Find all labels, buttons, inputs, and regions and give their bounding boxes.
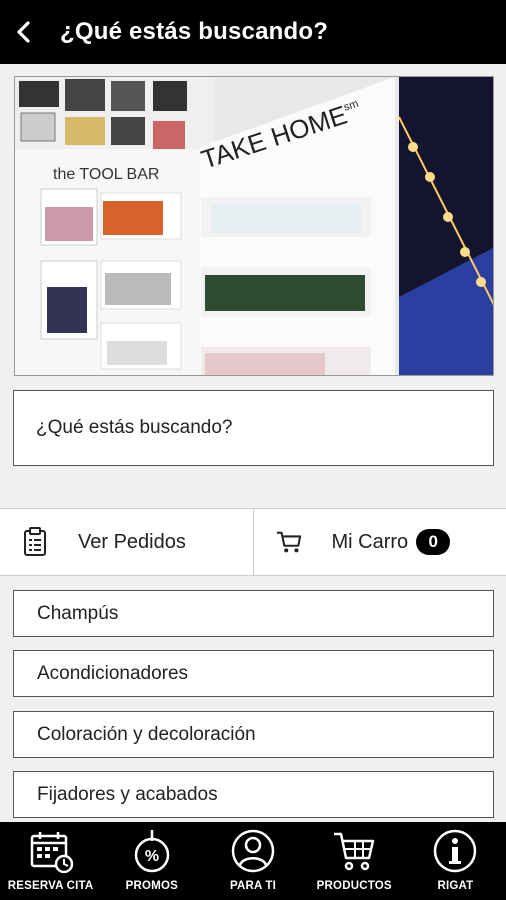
nav-rigat[interactable]: RIGAT	[405, 822, 506, 900]
nav-label: RIGAT	[437, 880, 474, 892]
svg-text:%: %	[145, 848, 159, 865]
cart-icon	[276, 527, 302, 557]
page-title: ¿Qué estás buscando?	[60, 18, 329, 45]
cart-icon	[334, 832, 375, 871]
nav-promos[interactable]: % PROMOS	[101, 822, 202, 900]
percent-tag-icon: %	[134, 830, 170, 873]
nav-label: PROMOS	[125, 880, 178, 892]
actions-row: Ver Pedidos Mi Carro 0	[0, 508, 506, 576]
user-icon	[231, 829, 275, 873]
nav-reserva-cita[interactable]: RESERVA CITA	[0, 822, 101, 900]
back-button[interactable]	[4, 0, 44, 64]
nav-label: PRODUCTOS	[316, 880, 392, 892]
cart-count-badge: 0	[416, 529, 451, 555]
clipboard-icon	[22, 527, 48, 557]
nav-label: PARA TI	[229, 880, 277, 892]
nav-label: RESERVA CITA	[7, 880, 94, 892]
category-item-fijadores[interactable]: Fijadores y acabados	[13, 771, 494, 818]
my-cart-label: Mi Carro	[331, 530, 409, 553]
nav-para-ti[interactable]: PARA TI	[202, 822, 303, 900]
category-item-coloracion[interactable]: Coloración y decoloración	[13, 711, 494, 758]
search-input[interactable]: ¿Qué estás buscando?	[13, 390, 494, 466]
bottom-navigation: RESERVA CITA % PROMOS PARA TI PRODUCTOS	[0, 822, 506, 900]
category-item-acondicionadores[interactable]: Acondicionadores	[13, 650, 494, 697]
calendar-icon	[30, 832, 73, 874]
view-orders-button[interactable]: Ver Pedidos	[0, 509, 254, 575]
category-item-champus[interactable]: Champús	[13, 590, 494, 637]
tool-bar-sign: the TOOL BAR	[53, 166, 159, 183]
my-cart-button[interactable]: Mi Carro 0	[253, 509, 506, 575]
view-orders-label: Ver Pedidos	[78, 530, 186, 553]
nav-productos[interactable]: PRODUCTOS	[304, 822, 405, 900]
chevron-left-icon	[17, 21, 30, 43]
top-app-bar: ¿Qué estás buscando?	[0, 0, 506, 64]
info-icon	[434, 829, 477, 873]
hero-image: the TOOL BAR TAKE HOMEsm	[14, 76, 494, 376]
